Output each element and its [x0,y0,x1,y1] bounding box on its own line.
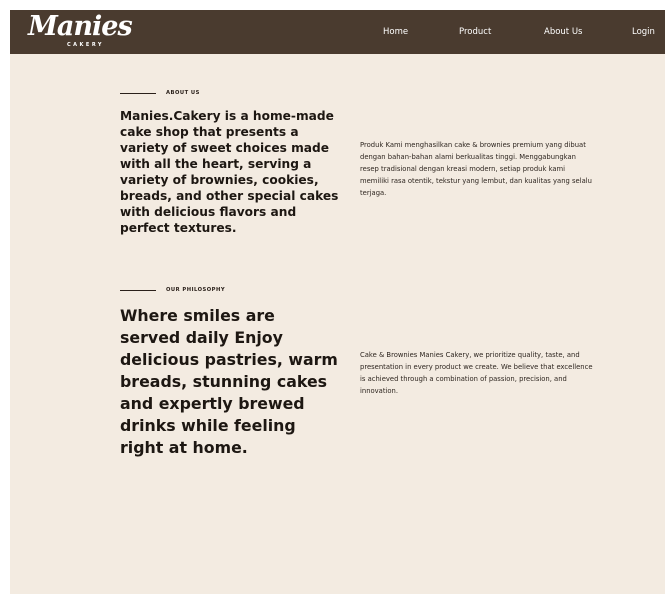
eyebrow-divider [120,290,156,291]
philosophy-description: Cake & Brownies Manies Cakery, we priori… [360,351,593,395]
about-eyebrow-label: ABOUT US [166,90,200,96]
eyebrow-divider [120,93,156,94]
brand-logo[interactable]: Manies CAKERY [28,12,133,52]
nav-home-link[interactable]: Home [383,26,408,38]
about-heading: Manies.Cakery is a home-made cake shop t… [120,109,339,235]
nav-about-link[interactable]: About Us [544,26,582,38]
page: Manies CAKERY Home Product About Us Logi… [10,10,665,594]
top-navbar: Manies CAKERY Home Product About Us Logi… [10,10,665,54]
philosophy-eyebrow-label: OUR PHILOSOPHY [166,287,226,293]
brand-tagline: CAKERY [67,42,105,48]
philosophy-heading: Where smiles are served daily Enjoy deli… [120,306,338,457]
about-description: Produk Kami menghasilkan cake & brownies… [360,141,592,197]
nav-product-link[interactable]: Product [459,26,491,38]
brand-name: Manies [28,11,133,42]
nav-login-link[interactable]: Login [632,26,655,38]
